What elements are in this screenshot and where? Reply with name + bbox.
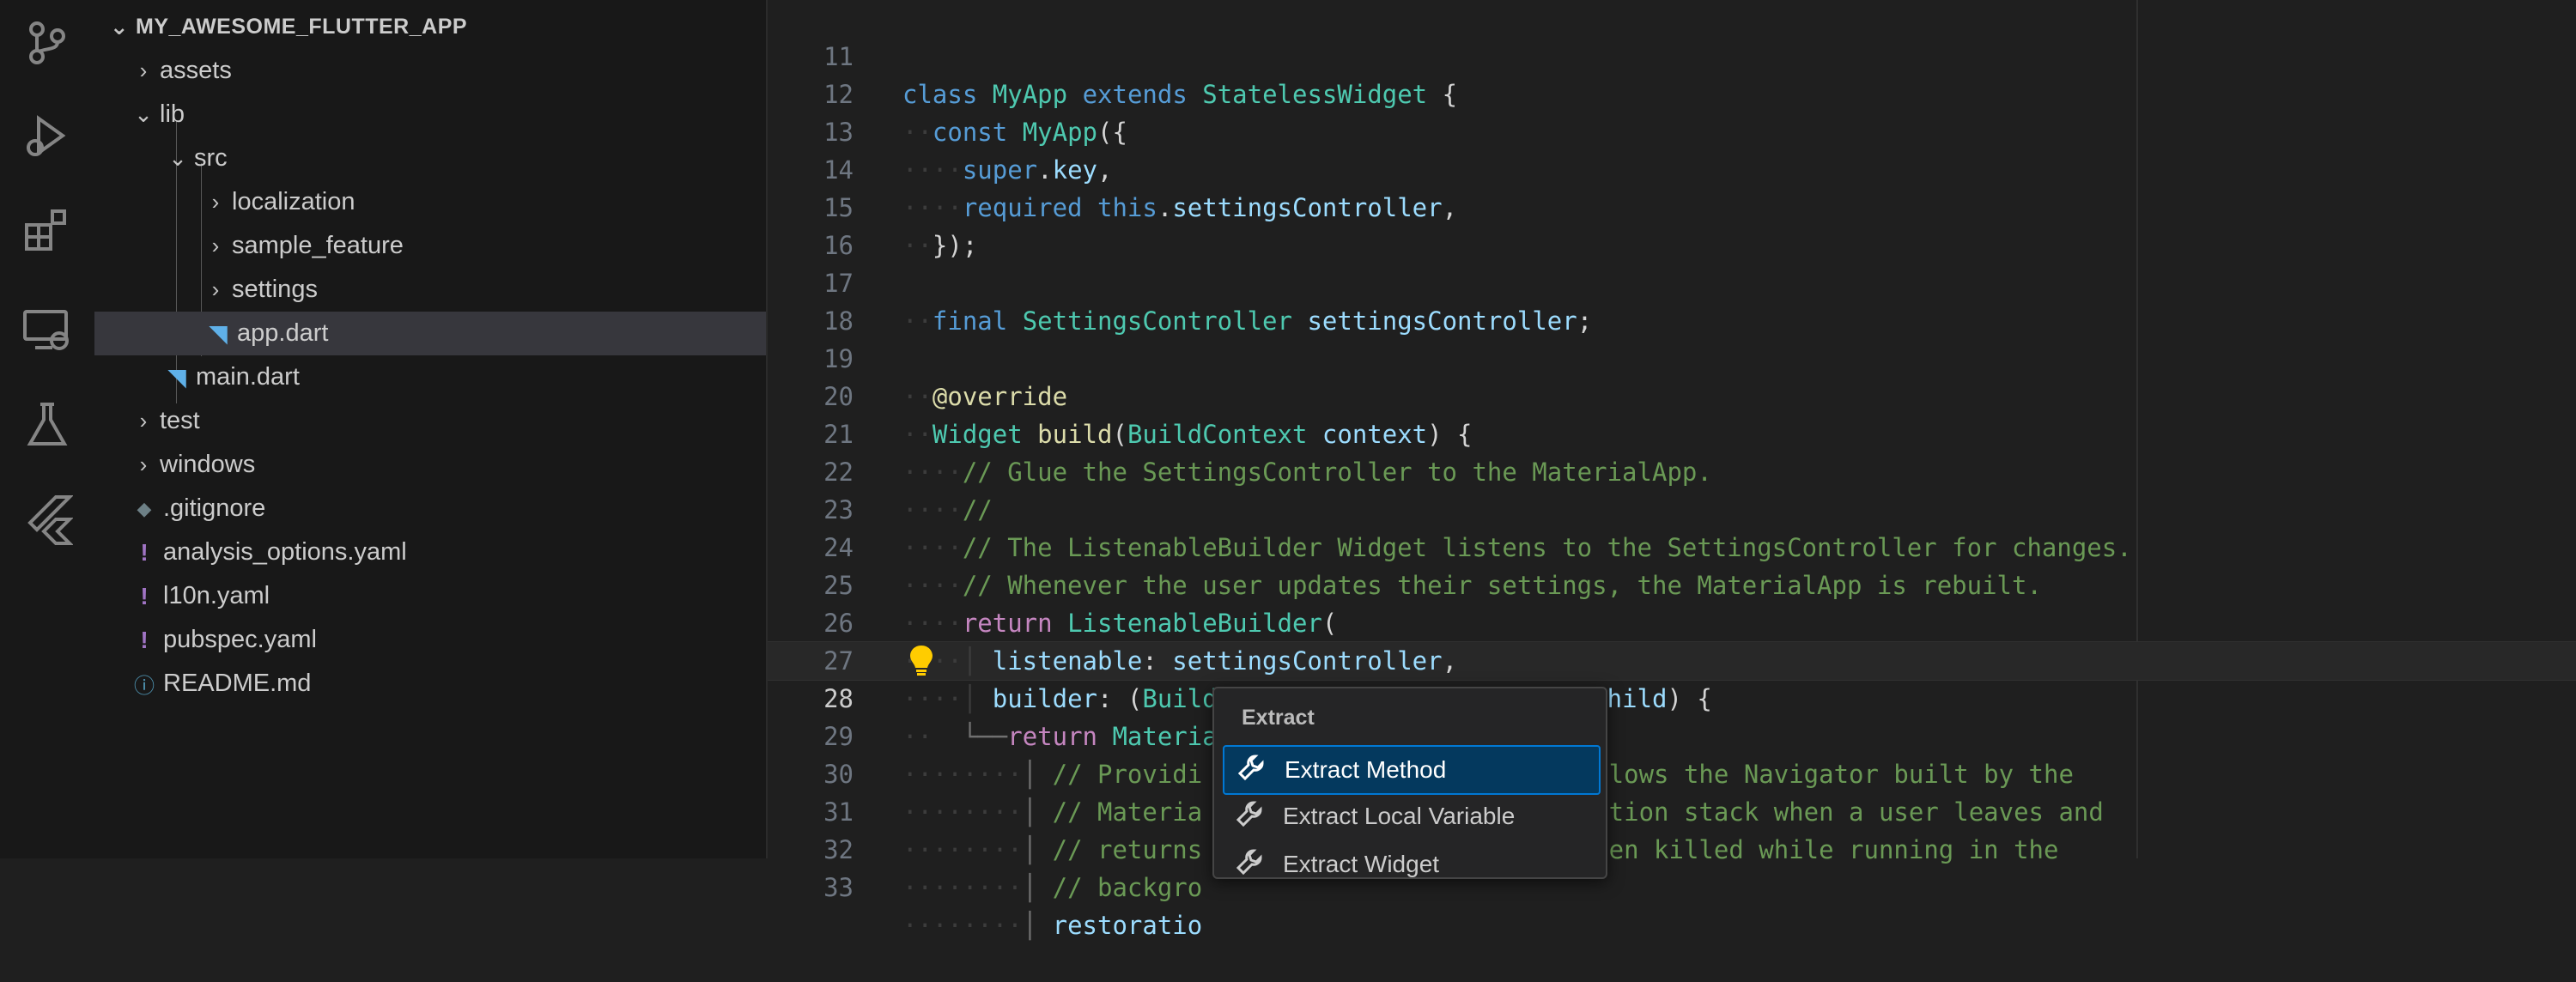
run-debug-icon[interactable] — [21, 112, 73, 163]
explorer-panel: ⌄ MY_AWESOME_FLUTTER_APP › assets ⌄ lib … — [94, 0, 768, 858]
chevron-right-icon: › — [211, 276, 220, 302]
chevron-right-icon: › — [211, 189, 220, 215]
menu-item-extract-local-variable[interactable]: Extract Local Variable — [1223, 793, 1597, 840]
code-line: 32 ········│ // backgro — [823, 835, 1203, 902]
tree-item-gitignore[interactable]: ◆ .gitignore — [94, 487, 766, 530]
yaml-file-icon: ! — [140, 582, 149, 609]
code-line: 16 — [823, 231, 854, 260]
code-line: 30 ········│ // Materia ation stack when … — [823, 760, 2104, 827]
code-line: 25 ····return ListenableBuilder( — [823, 571, 1338, 638]
chevron-right-icon: › — [139, 408, 148, 433]
code-line-active: 28 ·· └──return MaterialApp( — [823, 684, 1292, 751]
wrench-icon — [1235, 799, 1269, 834]
tree-item-windows[interactable]: › windows — [94, 443, 766, 487]
code-line: 17 ··final SettingsController settingsCo… — [823, 269, 1593, 336]
tree-item-test[interactable]: › test — [94, 399, 766, 443]
testing-icon[interactable] — [21, 399, 73, 451]
code-line: 19 ··@override — [823, 344, 1068, 411]
gitignore-file-icon: ◆ — [137, 497, 152, 519]
tree-item-readme[interactable]: ⓘ README.md — [94, 662, 766, 706]
tree-item-pubspec-yaml[interactable]: ! pubspec.yaml — [94, 618, 766, 662]
code-line: 20 ··Widget build(BuildContext context) … — [823, 382, 1473, 449]
code-line: 12 ··const MyApp({ — [823, 80, 1127, 147]
code-line: 31 ········│ // returns een killed while … — [823, 797, 2059, 864]
dart-file-icon: ◥ — [167, 364, 186, 391]
tree-item-app-dart[interactable]: ◥ app.dart — [94, 312, 766, 355]
code-line: 15 ··}); — [823, 193, 978, 260]
source-control-icon[interactable] — [21, 17, 73, 69]
extensions-icon[interactable] — [21, 206, 73, 258]
chevron-right-icon: › — [139, 58, 148, 83]
code-action-menu: Extract Extract Method Extract Local Var… — [1212, 687, 1607, 879]
wrench-icon — [1235, 847, 1269, 882]
activity-bar — [0, 0, 94, 858]
remote-explorer-icon[interactable] — [21, 305, 73, 356]
code-line: 22 ····// — [823, 458, 993, 524]
chevron-down-icon: ⌄ — [109, 14, 130, 39]
flutter-icon[interactable] — [21, 494, 74, 545]
code-line: 11 class MyApp extends StatelessWidget { — [823, 42, 1458, 109]
code-line: 13 ····super.key, — [823, 118, 1113, 185]
chevron-right-icon: › — [211, 233, 220, 258]
code-line: 33 ········│ restoratio — [823, 873, 1203, 940]
tree-item-analysis-options[interactable]: ! analysis_options.yaml — [94, 530, 766, 574]
code-line: 21 ····// Glue the SettingsController to… — [823, 420, 1712, 487]
menu-item-extract-method[interactable]: Extract Method — [1223, 745, 1601, 795]
code-line: 29 ········│ // Providi llows the Navigat… — [823, 722, 2074, 789]
dart-file-icon: ◥ — [209, 320, 228, 347]
tree-item-src[interactable]: ⌄ src — [94, 136, 766, 180]
wrench-icon — [1236, 753, 1271, 788]
menu-section-header: Extract — [1242, 706, 1315, 730]
tree-item-assets[interactable]: › assets — [94, 49, 766, 93]
code-line: 23 ····// The ListenableBuilder Widget l… — [823, 495, 2132, 562]
tree-item-settings[interactable]: › settings — [94, 268, 766, 312]
info-icon: ⓘ — [134, 675, 155, 698]
explorer-root[interactable]: ⌄ MY_AWESOME_FLUTTER_APP — [94, 5, 766, 49]
tree-item-localization[interactable]: › localization — [94, 180, 766, 224]
code-line: 24 ····// Whenever the user updates thei… — [823, 533, 2042, 600]
tree-item-l10n-yaml[interactable]: ! l10n.yaml — [94, 574, 766, 618]
code-line: 14 ····required this.settingsController, — [823, 155, 1458, 222]
code-line: 18 — [823, 306, 854, 336]
code-line: 27 ····│ builder: (BuildContext context,… — [823, 646, 1712, 713]
code-editor[interactable]: 11 class MyApp extends StatelessWidget {… — [768, 0, 2576, 940]
chevron-down-icon: ⌄ — [168, 145, 187, 171]
chevron-down-icon: ⌄ — [134, 101, 153, 127]
yaml-file-icon: ! — [140, 538, 149, 566]
menu-item-extract-widget[interactable]: Extract Widget — [1223, 841, 1597, 888]
lightbulb-icon[interactable] — [907, 643, 936, 677]
code-line: 26 ····│ listenable: settingsController, — [823, 609, 1458, 676]
yaml-file-icon: ! — [140, 626, 149, 653]
chevron-right-icon: › — [139, 452, 148, 477]
tree-item-main-dart[interactable]: ◥ main.dart — [94, 355, 766, 399]
tree-item-lib[interactable]: ⌄ lib — [94, 93, 766, 136]
tree-item-sample-feature[interactable]: › sample_feature — [94, 224, 766, 268]
